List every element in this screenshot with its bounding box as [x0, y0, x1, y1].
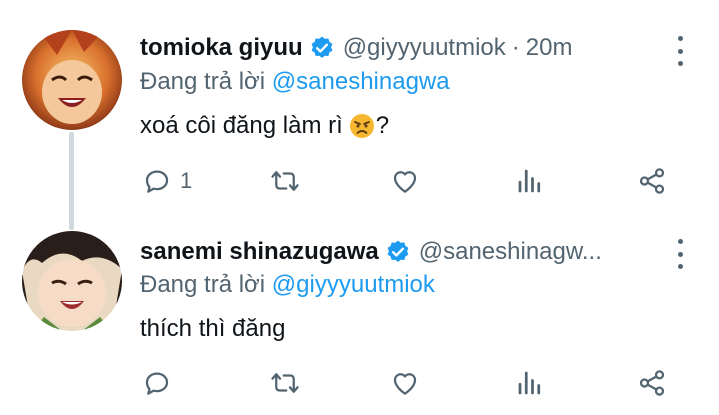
analytics-icon: [518, 371, 541, 395]
share-button[interactable]: [637, 163, 667, 199]
timestamp[interactable]: 20m: [526, 34, 573, 62]
reply-prefix: Đang trả lời: [140, 68, 266, 95]
display-name[interactable]: tomioka giyuu: [140, 34, 303, 62]
reply-count: 1: [180, 168, 193, 193]
reply-prefix: Đang trả lời: [140, 271, 266, 298]
share-button[interactable]: [637, 365, 667, 401]
like-button[interactable]: [390, 163, 420, 199]
user-handle[interactable]: @saneshinagw...: [419, 238, 602, 266]
reply-icon: [145, 170, 169, 193]
tweet-actions: [140, 365, 700, 401]
reply-button[interactable]: [142, 365, 180, 401]
replying-to: Đang trả lời @saneshinagwa: [140, 68, 450, 96]
replying-to: Đang trả lời @giyyyuutmiok: [140, 271, 435, 299]
tweet-header: sanemi shinazugawa @saneshinagw...: [140, 237, 679, 267]
angry-face-emoji-icon: [349, 114, 374, 138]
verified-badge-icon: [387, 240, 409, 262]
analytics-button[interactable]: [515, 365, 545, 401]
reply-mention-link[interactable]: @saneshinagwa: [272, 68, 450, 95]
avatar[interactable]: [22, 30, 122, 130]
reply-mention-link[interactable]: @giyyyuutmiok: [272, 271, 435, 298]
tweet-text-suffix: ?: [375, 112, 390, 139]
retweet-button[interactable]: [270, 163, 300, 199]
share-icon: [639, 370, 665, 396]
avatar[interactable]: [22, 231, 122, 331]
reply-button[interactable]: 1: [142, 163, 192, 199]
user-handle[interactable]: @giyyyuutmiok: [343, 34, 506, 62]
tweet[interactable]: sanemi shinazugawa @saneshinagw... Đang …: [0, 215, 719, 415]
separator-dot: ·: [511, 34, 520, 61]
tweet-body: thích thì đăng: [140, 315, 286, 342]
reply-icon: [145, 372, 169, 395]
verified-badge-icon: [311, 36, 333, 58]
like-button[interactable]: [390, 365, 420, 401]
display-name[interactable]: sanemi shinazugawa: [140, 238, 379, 266]
tweet-header: tomioka giyuu @giyyyuutmiok · 20m: [140, 33, 679, 63]
analytics-icon: [518, 169, 541, 193]
heart-icon: [393, 171, 417, 193]
retweet-icon: [271, 171, 299, 191]
tweet-text: xoá côi đăng làm rì ?: [140, 112, 389, 140]
tweet[interactable]: tomioka giyuu @giyyyuutmiok · 20m Đang t…: [0, 0, 719, 215]
more-options-icon[interactable]: [675, 239, 685, 269]
share-icon: [639, 168, 665, 194]
more-options-icon[interactable]: [675, 36, 685, 66]
retweet-icon: [271, 373, 299, 393]
analytics-button[interactable]: [515, 163, 545, 199]
tweet-actions: 1: [140, 163, 700, 199]
tweet-body: xoá côi đăng làm rì: [140, 112, 343, 139]
heart-icon: [393, 373, 417, 395]
tweet-text: thích thì đăng: [140, 315, 285, 343]
retweet-button[interactable]: [270, 365, 300, 401]
